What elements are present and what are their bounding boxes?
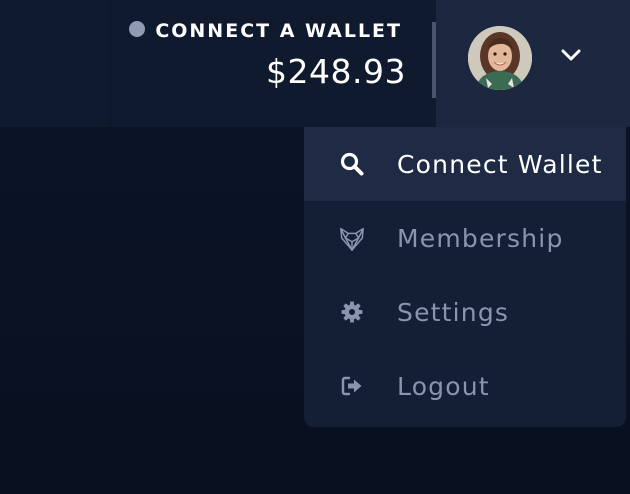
profile-menu-toggle[interactable] [436, 0, 630, 127]
search-icon [338, 150, 366, 178]
menu-item-label: Settings [397, 297, 510, 327]
logout-icon [338, 372, 366, 400]
fox-icon [338, 224, 366, 252]
wallet-status-label: CONNECT A WALLET [155, 20, 402, 42]
menu-item-label: Membership [397, 223, 564, 253]
status-dot-icon [129, 21, 146, 37]
wallet-balance: $248.93 [266, 52, 406, 91]
menu-item-settings[interactable]: Settings [304, 275, 626, 349]
menu-item-membership[interactable]: Membership [304, 201, 626, 275]
menu-item-label: Connect Wallet [397, 149, 603, 179]
gear-icon [338, 298, 366, 326]
menu-item-logout[interactable]: Logout [304, 349, 626, 423]
header-divider-strip [110, 0, 111, 127]
wallet-status[interactable]: CONNECT A WALLET [129, 20, 402, 42]
menu-item-connect-wallet[interactable]: Connect Wallet [304, 127, 626, 201]
chevron-down-icon[interactable] [558, 42, 584, 68]
profile-dropdown-menu: Connect Wallet Membership Settings Logou… [304, 127, 626, 427]
avatar[interactable] [468, 26, 532, 90]
menu-item-label: Logout [397, 371, 490, 401]
